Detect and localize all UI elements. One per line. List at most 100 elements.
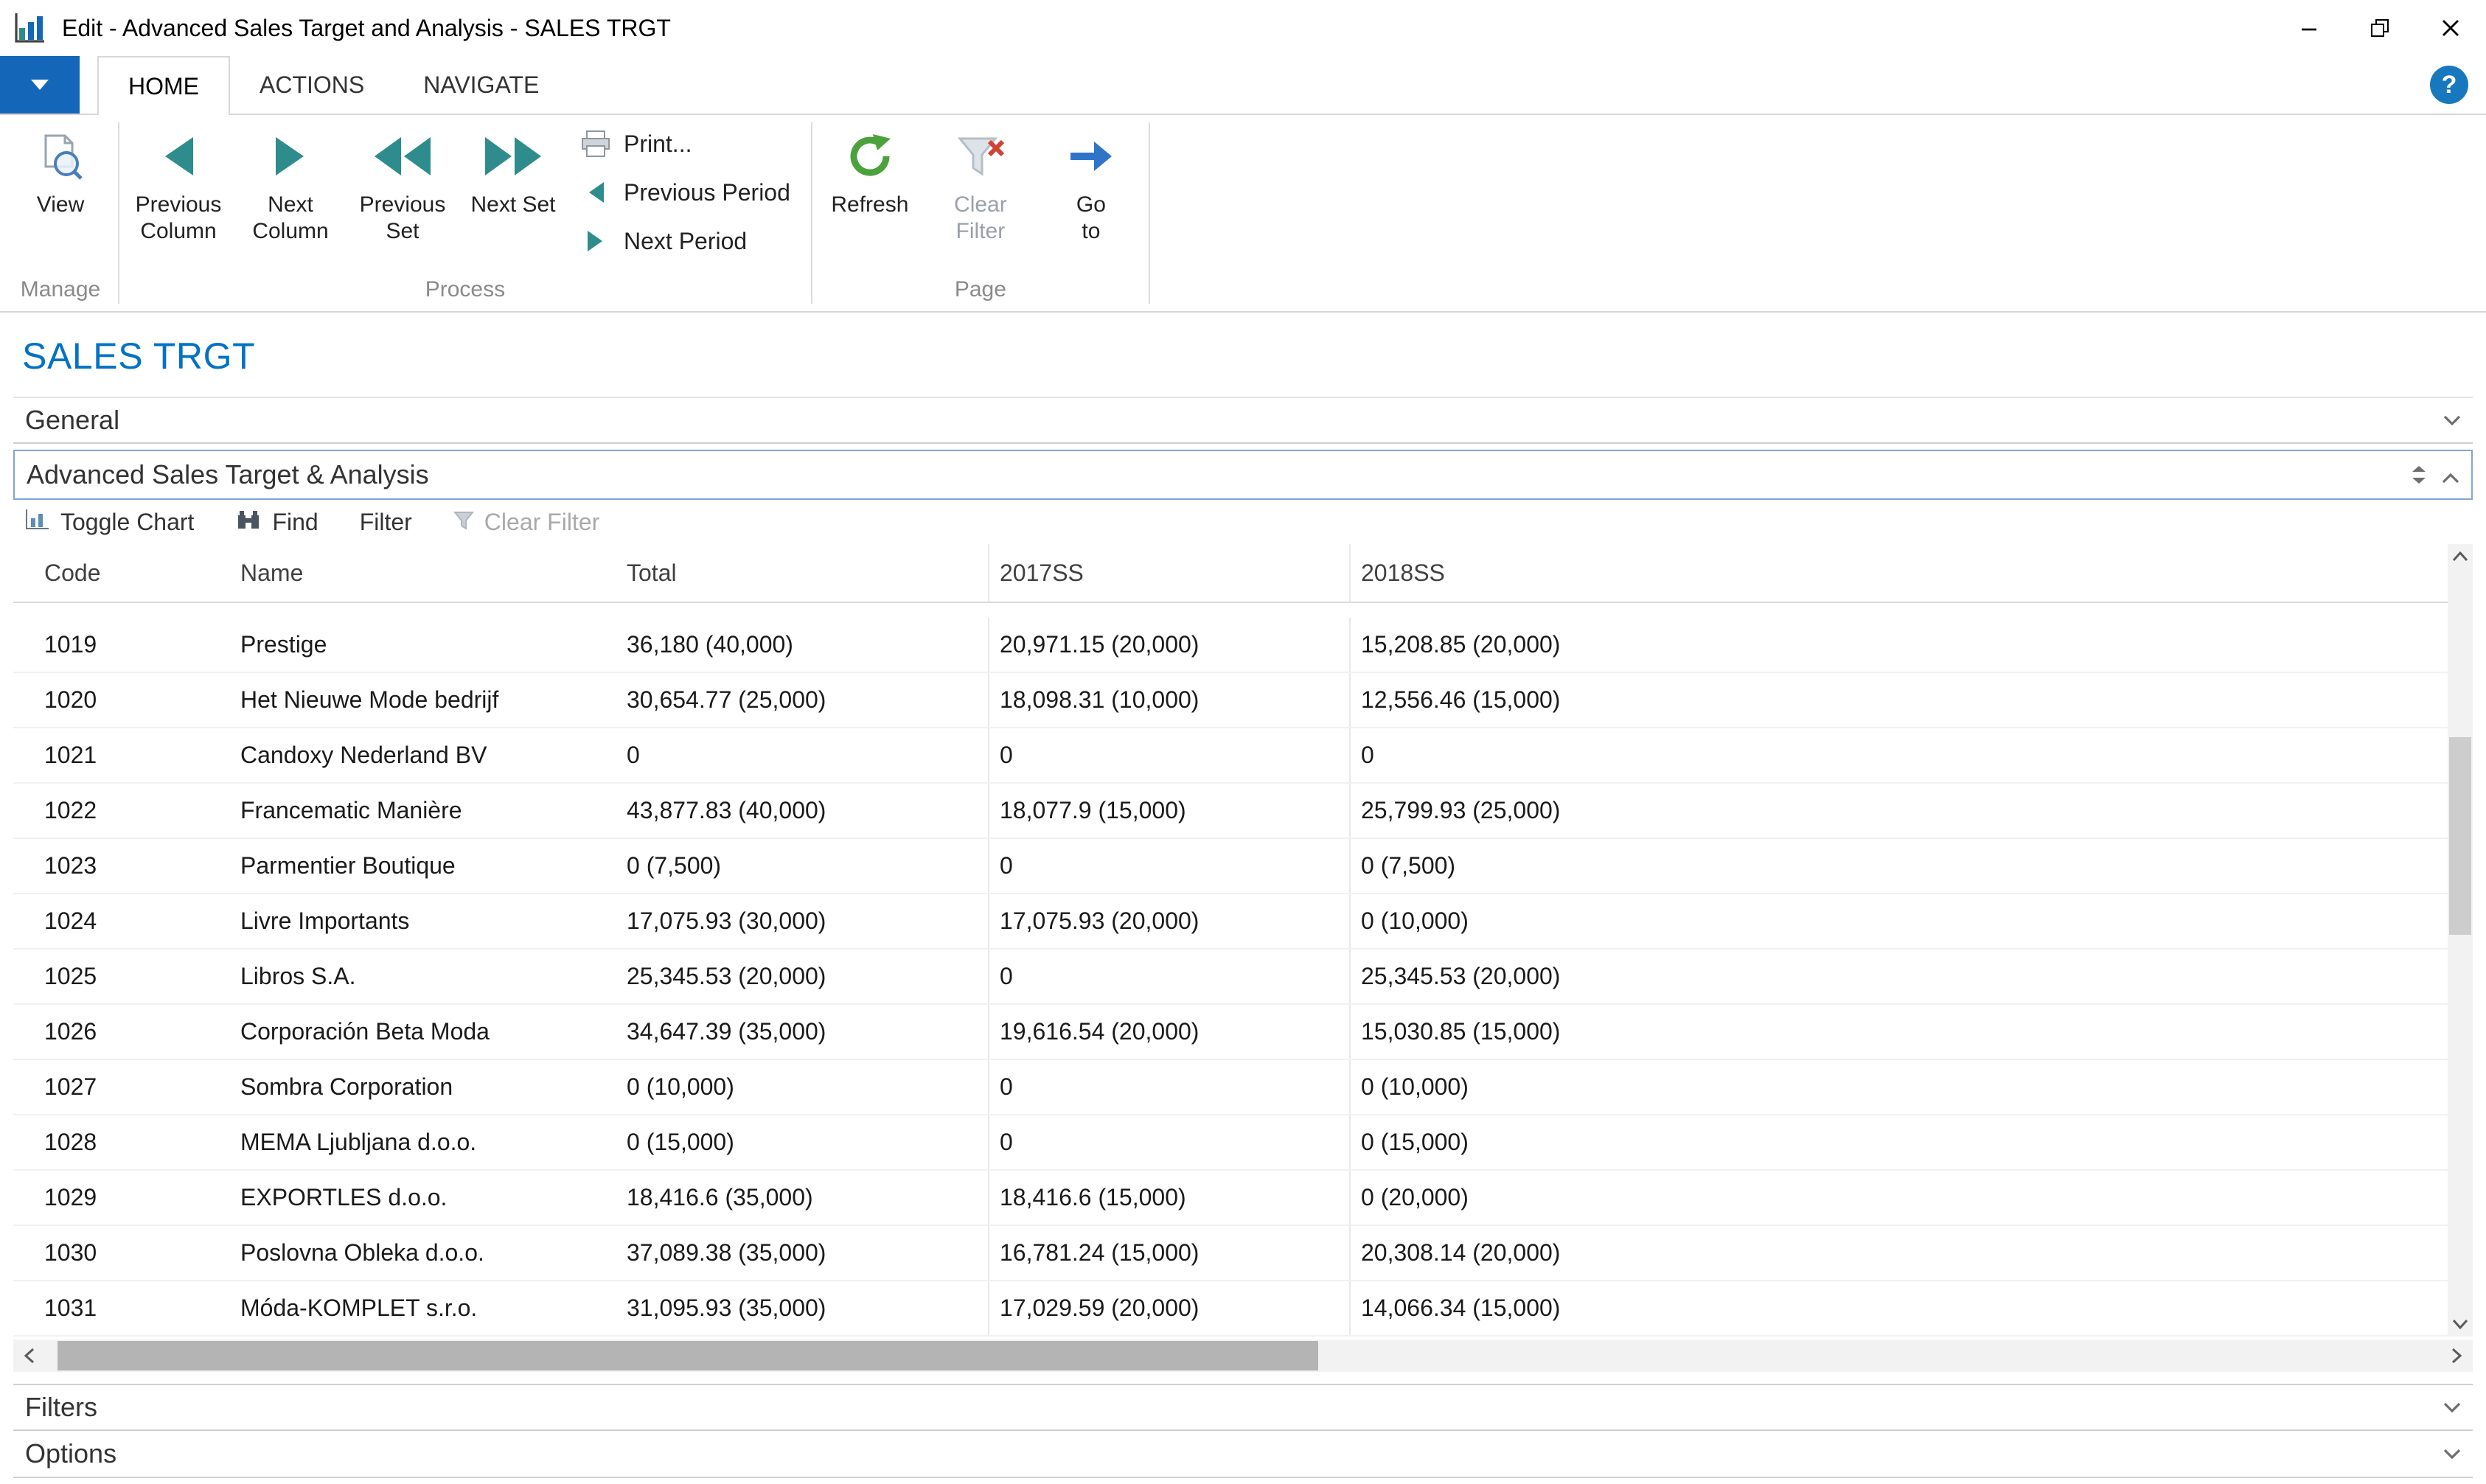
clear-filter-toolbar-label: Clear Filter (484, 509, 599, 536)
ribbon-group-process: Previous Column Next Column Previous Set (122, 115, 808, 311)
vertical-scrollbar-thumb[interactable] (2449, 737, 2471, 935)
table-row[interactable]: 1020 Het Nieuwe Mode bedrijf 30,654.77 (… (13, 673, 2448, 728)
refresh-icon (846, 125, 894, 187)
table-row[interactable]: 1028 MEMA Ljubljana d.o.o. 0 (15,000) 0 … (13, 1115, 2448, 1171)
app-menu-button[interactable] (0, 56, 80, 114)
table-cell-name: Het Nieuwe Mode bedrijf (240, 673, 627, 727)
previous-set-button[interactable]: Previous Set (347, 115, 459, 245)
go-to-button[interactable]: Go to (1037, 115, 1146, 245)
table-header-row: Code Name Total 2017SS 2018SS (13, 544, 2448, 603)
table-cell-total: 34,647.39 (35,000) (627, 1005, 988, 1059)
horizontal-scrollbar[interactable] (13, 1340, 2473, 1372)
table-cell-2017ss: 16,781.24 (15,000) (988, 1226, 1349, 1280)
column-header-2017ss[interactable]: 2017SS (988, 544, 1349, 602)
table-cell-code: 1019 (44, 618, 240, 672)
view-label: View (37, 192, 84, 218)
table-row[interactable]: 1019 Prestige 36,180 (40,000) 20,971.15 … (13, 618, 2448, 673)
close-button[interactable] (2415, 0, 2486, 56)
fasttab-general[interactable]: General (13, 397, 2473, 444)
ribbon-group-label-page: Page (815, 277, 1146, 311)
table-cell-total: 17,075.93 (30,000) (627, 894, 988, 948)
table-cell-name: Libros S.A. (240, 950, 627, 1003)
previous-period-label: Previous Period (624, 179, 790, 206)
vertical-scrollbar-track[interactable] (2448, 569, 2473, 1311)
clear-filter-label: Clear Filter (932, 192, 1029, 245)
table-cell-total: 0 (10,000) (627, 1060, 988, 1114)
restore-button[interactable] (2344, 0, 2415, 56)
table-cell-name: Parmentier Boutique (240, 839, 627, 893)
print-button[interactable]: Print... (579, 119, 790, 168)
previous-set-label: Previous Set (354, 192, 451, 245)
table-row[interactable]: 1030 Poslovna Obleka d.o.o. 37,089.38 (3… (13, 1226, 2448, 1281)
window-title: Edit - Advanced Sales Target and Analysi… (62, 15, 2274, 42)
tab-home[interactable]: HOME (97, 56, 230, 115)
scroll-down-button[interactable] (2448, 1311, 2473, 1337)
fasttab-options[interactable]: Options (13, 1431, 2473, 1478)
chevron-up-icon[interactable] (2442, 459, 2459, 490)
data-grid: Code Name Total 2017SS 2018SS 1019 Prest… (13, 544, 2473, 1337)
table-row[interactable]: 1023 Parmentier Boutique 0 (7,500) 0 0 (… (13, 839, 2448, 894)
find-button[interactable]: Find (235, 509, 318, 536)
column-header-total[interactable]: Total (627, 544, 988, 602)
scroll-up-button[interactable] (2448, 544, 2473, 569)
table-cell-name: MEMA Ljubljana d.o.o. (240, 1115, 627, 1169)
next-column-button[interactable]: Next Column (234, 115, 347, 245)
horizontal-scrollbar-track[interactable] (46, 1340, 2440, 1372)
table-cell-total: 30,654.77 (25,000) (627, 673, 988, 727)
table-cell-name: Prestige (240, 618, 627, 672)
fasttab-advanced[interactable]: Advanced Sales Target & Analysis (13, 450, 2473, 500)
clear-filter-icon (955, 125, 1006, 187)
refresh-button[interactable]: Refresh (815, 115, 925, 218)
scroll-right-button[interactable] (2440, 1340, 2473, 1372)
fasttab-advanced-label: Advanced Sales Target & Analysis (27, 459, 429, 490)
table-row[interactable]: 1025 Libros S.A. 25,345.53 (20,000) 0 25… (13, 950, 2448, 1005)
filter-label: Filter (360, 509, 412, 536)
previous-column-button[interactable]: Previous Column (122, 115, 234, 245)
page-title: SALES TRGT (22, 335, 2473, 377)
table-cell-name: Francematic Manière (240, 784, 627, 837)
minimize-icon (2300, 19, 2318, 37)
table-row[interactable]: 1024 Livre Importants 17,075.93 (30,000)… (13, 894, 2448, 950)
table-cell-total: 36,180 (40,000) (627, 618, 988, 672)
table-cell-2018ss: 15,030.85 (15,000) (1349, 1005, 2448, 1059)
tab-actions[interactable]: ACTIONS (230, 56, 394, 114)
tab-navigate[interactable]: NAVIGATE (394, 56, 568, 114)
next-period-button[interactable]: Next Period (579, 217, 790, 265)
next-period-label: Next Period (624, 228, 747, 255)
table-cell-total: 0 (15,000) (627, 1115, 988, 1169)
table-cell-code: 1023 (44, 839, 240, 893)
table-cell-2018ss: 12,556.46 (15,000) (1349, 673, 2448, 727)
table-row[interactable]: 1026 Corporación Beta Moda 34,647.39 (35… (13, 1005, 2448, 1060)
filter-button[interactable]: Filter (360, 509, 412, 536)
table-row[interactable]: 1029 EXPORTLES d.o.o. 18,416.6 (35,000) … (13, 1171, 2448, 1226)
table-cell-2018ss: 14,066.34 (15,000) (1349, 1281, 2448, 1335)
grid-toolbar: Toggle Chart Find Filter Clear Filter (13, 500, 2473, 544)
chevron-down-icon (2443, 1402, 2461, 1412)
table-row[interactable]: 1027 Sombra Corporation 0 (10,000) 0 0 (… (13, 1060, 2448, 1115)
vertical-scrollbar[interactable] (2448, 544, 2473, 1337)
column-header-2018ss[interactable]: 2018SS (1349, 544, 2448, 602)
view-button[interactable]: View (6, 115, 115, 218)
fasttab-filters[interactable]: Filters (13, 1384, 2473, 1431)
clear-filter-toolbar-button[interactable]: Clear Filter (453, 509, 599, 536)
table-cell-total: 37,089.38 (35,000) (627, 1226, 988, 1280)
go-to-label: Go to (1072, 192, 1110, 245)
table-row[interactable]: 1022 Francematic Manière 43,877.83 (40,0… (13, 784, 2448, 839)
table-row[interactable]: 1031 Móda-KOMPLET s.r.o. 31,095.93 (35,0… (13, 1281, 2448, 1337)
column-header-name[interactable]: Name (240, 544, 627, 602)
scroll-left-button[interactable] (13, 1340, 46, 1372)
minimize-button[interactable] (2274, 0, 2344, 56)
column-header-code[interactable]: Code (44, 544, 240, 602)
expand-collapse-icon[interactable] (2411, 459, 2427, 490)
table-cell-2018ss: 0 (1349, 728, 2448, 782)
ribbon-group-label-process: Process (122, 277, 808, 311)
help-button[interactable]: ? (2430, 66, 2468, 104)
table-cell-2018ss: 20,308.14 (20,000) (1349, 1226, 2448, 1280)
previous-period-button[interactable]: Previous Period (579, 168, 790, 217)
ribbon-group-label-manage: Manage (6, 277, 115, 311)
next-set-button[interactable]: Next Set (459, 115, 568, 218)
horizontal-scrollbar-thumb[interactable] (58, 1341, 1318, 1370)
toggle-chart-button[interactable]: Toggle Chart (25, 508, 194, 536)
clear-filter-button[interactable]: Clear Filter (925, 115, 1037, 245)
table-row[interactable]: 1021 Candoxy Nederland BV 0 0 0 (13, 728, 2448, 784)
